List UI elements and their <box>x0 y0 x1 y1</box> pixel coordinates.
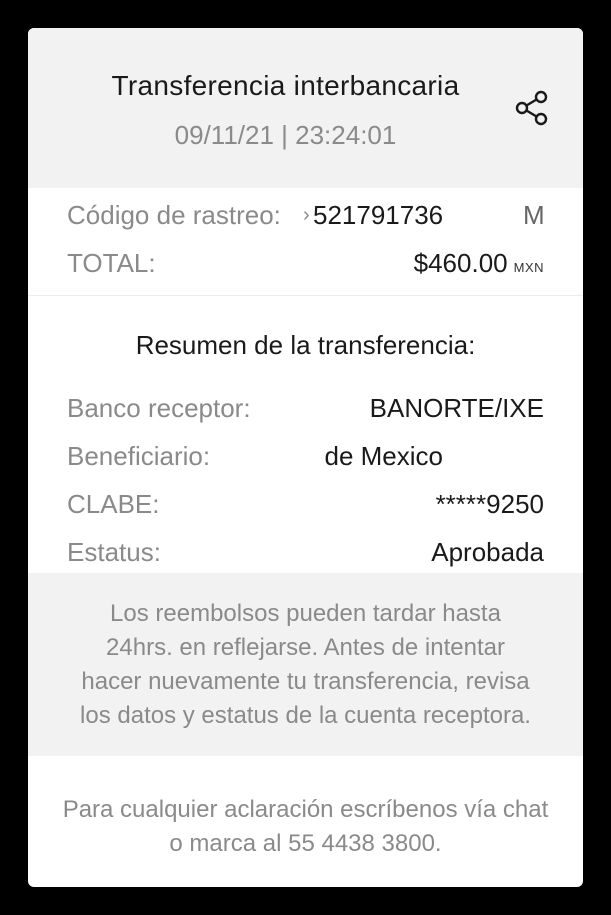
refund-notice: Los reembolsos pueden tardar hasta 24hrs… <box>28 573 583 756</box>
tracking-code-trailing: M <box>523 200 543 230</box>
summary-title: Resumen de la transferencia: <box>135 330 476 360</box>
tracking-code-prefix: › <box>303 204 310 226</box>
footer-line: o marca al 55 4438 3800. <box>169 830 442 857</box>
receipt-header: Transferencia interbancaria 09/11/21 | 2… <box>28 28 583 188</box>
tracking-code-label: Código de rastreo: <box>67 200 281 230</box>
beneficiary-value: de Mexico <box>324 441 444 471</box>
total-amount: $460.00 <box>413 248 508 278</box>
beneficiary-label: Beneficiario: <box>67 441 211 471</box>
clabe-label: CLABE: <box>67 489 160 519</box>
total-label: TOTAL: <box>67 248 156 278</box>
tracking-code-value: 521791736 <box>313 200 444 230</box>
bank-label: Banco receptor: <box>67 393 251 423</box>
status-value: Aprobada <box>431 537 544 567</box>
summary-row-bank: Banco receptor: BANORTE/IXE <box>67 391 544 425</box>
bank-value: BANORTE/IXE <box>369 393 544 423</box>
summary-row-beneficiary: Beneficiario: de Mexico <box>67 439 544 473</box>
divider <box>28 295 583 296</box>
share-icon[interactable] <box>512 88 552 128</box>
transaction-datetime: 09/11/21 | 23:24:01 <box>174 120 397 150</box>
receipt-card: Transferencia interbancaria 09/11/21 | 2… <box>28 28 583 887</box>
summary-row-status: Estatus: Aprobada <box>67 535 544 569</box>
notice-line: los datos y estatus de la cuenta recepto… <box>80 702 531 729</box>
currency-code: MXN <box>513 260 544 275</box>
total-row: TOTAL: $460.00 MXN <box>67 246 544 280</box>
tracking-code-row: Código de rastreo: › 521791736 M <box>67 198 544 232</box>
notice-line: Los reembolsos pueden tardar hasta <box>110 600 501 627</box>
refund-notice-text: Los reembolsos pueden tardar hasta 24hrs… <box>48 597 563 733</box>
notice-line: 24hrs. en reflejarse. Antes de intentar <box>106 634 505 661</box>
footer-line: Para cualquier aclaración escríbenos vía… <box>62 796 549 823</box>
status-label: Estatus: <box>67 537 161 567</box>
clabe-value: *****9250 <box>435 489 544 519</box>
summary-row-clabe: CLABE: *****9250 <box>67 487 544 521</box>
support-contact-text: Para cualquier aclaración escríbenos vía… <box>38 793 573 861</box>
total-amount-group: $460.00 MXN <box>414 246 544 285</box>
notice-line: hacer nuevamente tu transferencia, revis… <box>81 668 530 695</box>
page-title: Transferencia interbancaria <box>111 70 460 101</box>
